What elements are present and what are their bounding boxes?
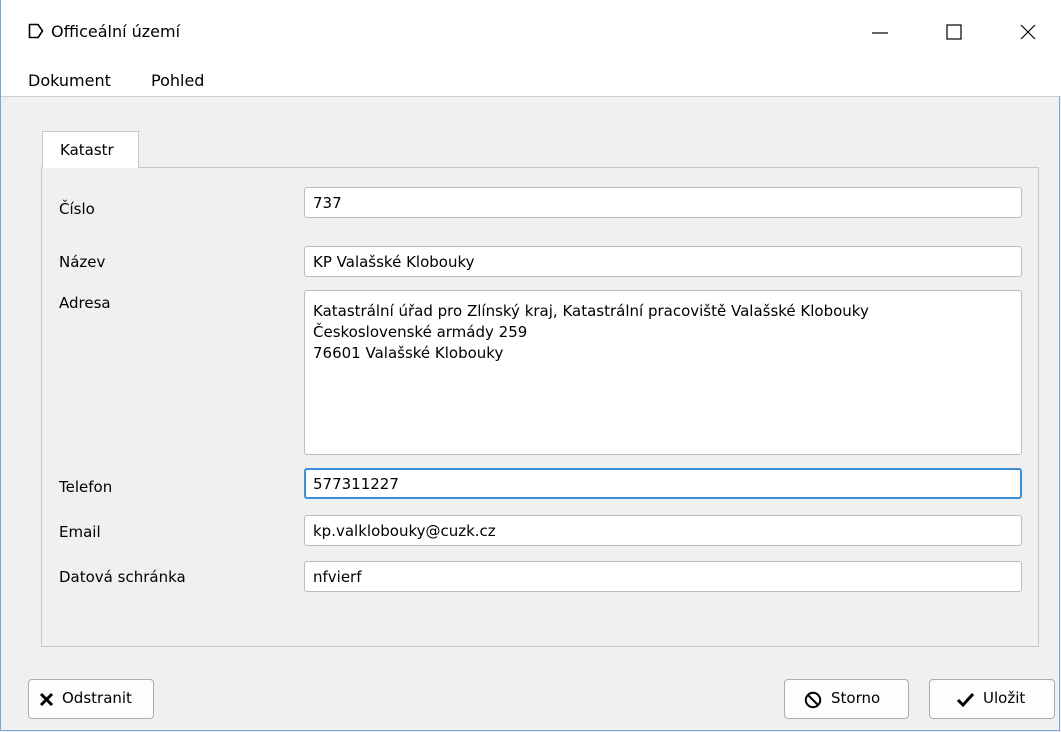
telefon-field[interactable] bbox=[304, 468, 1022, 499]
cancel-button[interactable]: Storno bbox=[784, 679, 909, 719]
x-icon bbox=[39, 692, 54, 707]
maximize-icon bbox=[946, 24, 962, 40]
document-icon bbox=[28, 23, 44, 39]
close-button[interactable] bbox=[997, 0, 1061, 64]
email-field[interactable] bbox=[304, 515, 1022, 546]
checkmark-icon bbox=[956, 692, 975, 708]
no-entry-icon bbox=[804, 691, 822, 709]
title-bar: Officeální území bbox=[1, 0, 1061, 64]
cislo-field[interactable] bbox=[304, 187, 1022, 218]
tab-katastr[interactable]: Katastr bbox=[42, 131, 139, 168]
window-title: Officeální území bbox=[51, 22, 181, 41]
minimize-button[interactable] bbox=[849, 0, 913, 64]
close-icon bbox=[1020, 24, 1036, 40]
menu-dokument[interactable]: Dokument bbox=[28, 70, 111, 92]
tab-label: Katastr bbox=[60, 141, 114, 159]
datova-schranka-label: Datová schránka bbox=[59, 568, 186, 586]
adresa-textarea[interactable]: Katastrální úřad pro Zlínský kraj, Katas… bbox=[304, 290, 1022, 455]
app-window: Officeální území Dokument Pohled Katastr… bbox=[0, 0, 1061, 731]
delete-button[interactable]: Odstranit bbox=[28, 679, 154, 719]
nazev-field[interactable] bbox=[304, 246, 1022, 277]
maximize-button[interactable] bbox=[923, 0, 987, 64]
save-button[interactable]: Uložit bbox=[929, 679, 1055, 719]
minimize-icon bbox=[872, 32, 888, 34]
cislo-label: Číslo bbox=[59, 200, 95, 218]
menu-bar: Dokument Pohled bbox=[1, 64, 1061, 97]
nazev-label: Název bbox=[59, 253, 106, 271]
delete-label: Odstranit bbox=[62, 689, 132, 707]
cancel-label: Storno bbox=[831, 689, 881, 707]
save-label: Uložit bbox=[983, 689, 1026, 707]
telefon-label: Telefon bbox=[59, 478, 113, 496]
adresa-label: Adresa bbox=[59, 294, 111, 312]
menu-pohled[interactable]: Pohled bbox=[151, 70, 204, 92]
datova-schranka-field[interactable] bbox=[304, 561, 1022, 592]
email-label: Email bbox=[59, 523, 101, 541]
